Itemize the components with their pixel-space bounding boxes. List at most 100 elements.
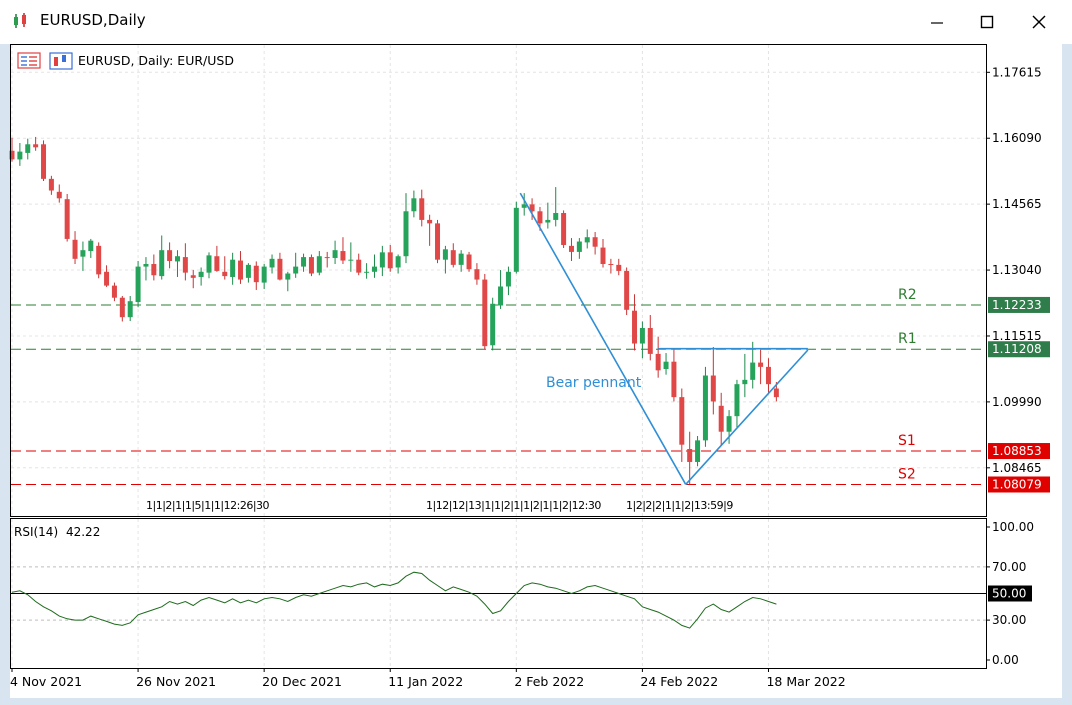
candle-bear xyxy=(710,375,716,402)
candle-bull xyxy=(348,259,354,261)
chart-canvas xyxy=(10,44,1062,698)
date-tick-label: 20 Dec 2021 xyxy=(262,674,342,689)
candle-bull xyxy=(198,271,204,277)
bear-pennant-label: Bear pennant xyxy=(546,375,642,391)
candle-bear xyxy=(450,250,456,265)
price-tick-label: 1.16090 xyxy=(992,131,1042,145)
price-tick-label: 1.13040 xyxy=(992,263,1042,277)
chart-header: EURUSD, Daily: EUR/USD xyxy=(17,52,234,70)
candle-bear xyxy=(427,219,433,224)
chart-area[interactable]: R2 1.12233 R1 1.11208 S1 1.08853 S2 1.08079 1|1… xyxy=(0,0,1072,705)
candle-bear xyxy=(568,245,574,252)
candle-bull xyxy=(750,362,756,380)
candle-bull xyxy=(245,264,251,278)
candle-bull xyxy=(285,273,291,280)
candle-bull xyxy=(17,151,23,160)
candle-bull xyxy=(230,259,236,277)
candle-bear xyxy=(324,257,330,259)
date-tick-label: 2 Feb 2022 xyxy=(514,674,584,689)
candle-bull xyxy=(395,256,401,268)
candle-bull xyxy=(364,271,370,273)
candle-bear xyxy=(33,144,39,148)
candle-bull xyxy=(269,258,275,268)
candle-bear xyxy=(41,144,47,179)
rsi-tick-label: 0.00 xyxy=(992,653,1019,667)
chart-title: EURUSD, Daily: EUR/USD xyxy=(78,53,234,68)
rsi-tick-label: 70.00 xyxy=(992,560,1026,574)
candle-bull xyxy=(458,253,464,265)
candle-bear xyxy=(340,251,346,261)
candle-bear xyxy=(647,327,653,354)
candle-bull xyxy=(742,379,748,385)
candle-bull xyxy=(174,256,180,262)
candle-bull xyxy=(379,252,385,268)
level-price-label: 1.08079 xyxy=(992,477,1042,491)
candle-bear xyxy=(474,269,480,280)
candle-bull xyxy=(695,440,701,462)
level-name-r1: R1 xyxy=(898,331,917,347)
rsi-name: RSI(14) xyxy=(14,525,58,539)
candle-bear xyxy=(466,254,472,270)
candle-bull xyxy=(88,240,94,252)
candle-bull xyxy=(442,249,448,260)
event-marker: 1|12|12|13|1|1|2|1|1|2|1|1|2|12:30 xyxy=(426,499,601,512)
candle-bull xyxy=(206,255,212,273)
candle-bear xyxy=(616,264,622,271)
candle-bull xyxy=(576,241,582,252)
candle-bull xyxy=(261,266,267,283)
candle-bear xyxy=(238,260,244,280)
candle-bull xyxy=(513,207,519,272)
chart-type-icon[interactable] xyxy=(49,52,73,70)
candle-bull xyxy=(521,204,527,208)
candle-bull xyxy=(332,250,338,258)
candle-bear xyxy=(608,264,614,266)
candle-bear xyxy=(718,405,724,432)
level-name-s2: S2 xyxy=(898,466,916,482)
date-tick-label: 4 Nov 2021 xyxy=(10,674,82,689)
candle-bull xyxy=(702,375,708,441)
rsi-tick-label: 100.00 xyxy=(992,520,1034,534)
candle-bear xyxy=(679,397,685,445)
candle-bear xyxy=(671,361,677,398)
candle-bear xyxy=(387,252,393,269)
candle-bear xyxy=(600,247,606,265)
event-marker: 1|2|2|2|1|1|2|13:59|9 xyxy=(626,499,733,512)
candle-bull xyxy=(301,257,307,267)
candle-bear xyxy=(151,264,157,276)
level-name-s1: S1 xyxy=(898,433,916,449)
candle-bear xyxy=(624,270,630,310)
candle-bull xyxy=(490,303,496,346)
candle-bear xyxy=(104,271,110,286)
event-markers: 1|1|2|1|1|5|1|1|12:26|30 1|12|12|13|1|1|2… xyxy=(146,499,734,512)
level-price-label: 1.08853 xyxy=(992,444,1042,458)
candle-bear xyxy=(167,250,173,261)
symbol-list-icon[interactable] xyxy=(17,52,41,69)
price-tick-label: 1.14565 xyxy=(992,197,1042,211)
rsi-value: 42.22 xyxy=(66,525,100,539)
candle-bear xyxy=(182,257,188,273)
price-tick-label: 1.17615 xyxy=(992,65,1042,79)
candle-bear xyxy=(687,449,693,462)
candle-bull xyxy=(80,250,86,257)
candle-bear xyxy=(253,265,259,283)
candle-bear xyxy=(632,310,638,344)
candle-bull xyxy=(663,361,669,370)
candle-bear xyxy=(111,285,117,298)
candle-bull xyxy=(545,219,551,223)
candle-bear xyxy=(222,271,228,277)
candle-bear xyxy=(119,297,125,318)
candle-bear xyxy=(190,275,196,278)
candle-bear xyxy=(48,178,54,191)
level-price-label: 1.12233 xyxy=(992,298,1042,312)
candle-bull xyxy=(293,266,299,274)
price-tick-label: 1.08465 xyxy=(992,461,1042,475)
candle-bear xyxy=(435,223,441,260)
candle-bear xyxy=(356,259,362,273)
candle-bear xyxy=(773,388,779,398)
candle-bull xyxy=(127,301,133,318)
rsi-midline-label: 50.00 xyxy=(992,587,1026,601)
rsi-tick-label: 30.00 xyxy=(992,613,1026,627)
candle-bear xyxy=(758,362,764,367)
candle-bear xyxy=(765,366,771,385)
candle-bull xyxy=(25,144,31,153)
